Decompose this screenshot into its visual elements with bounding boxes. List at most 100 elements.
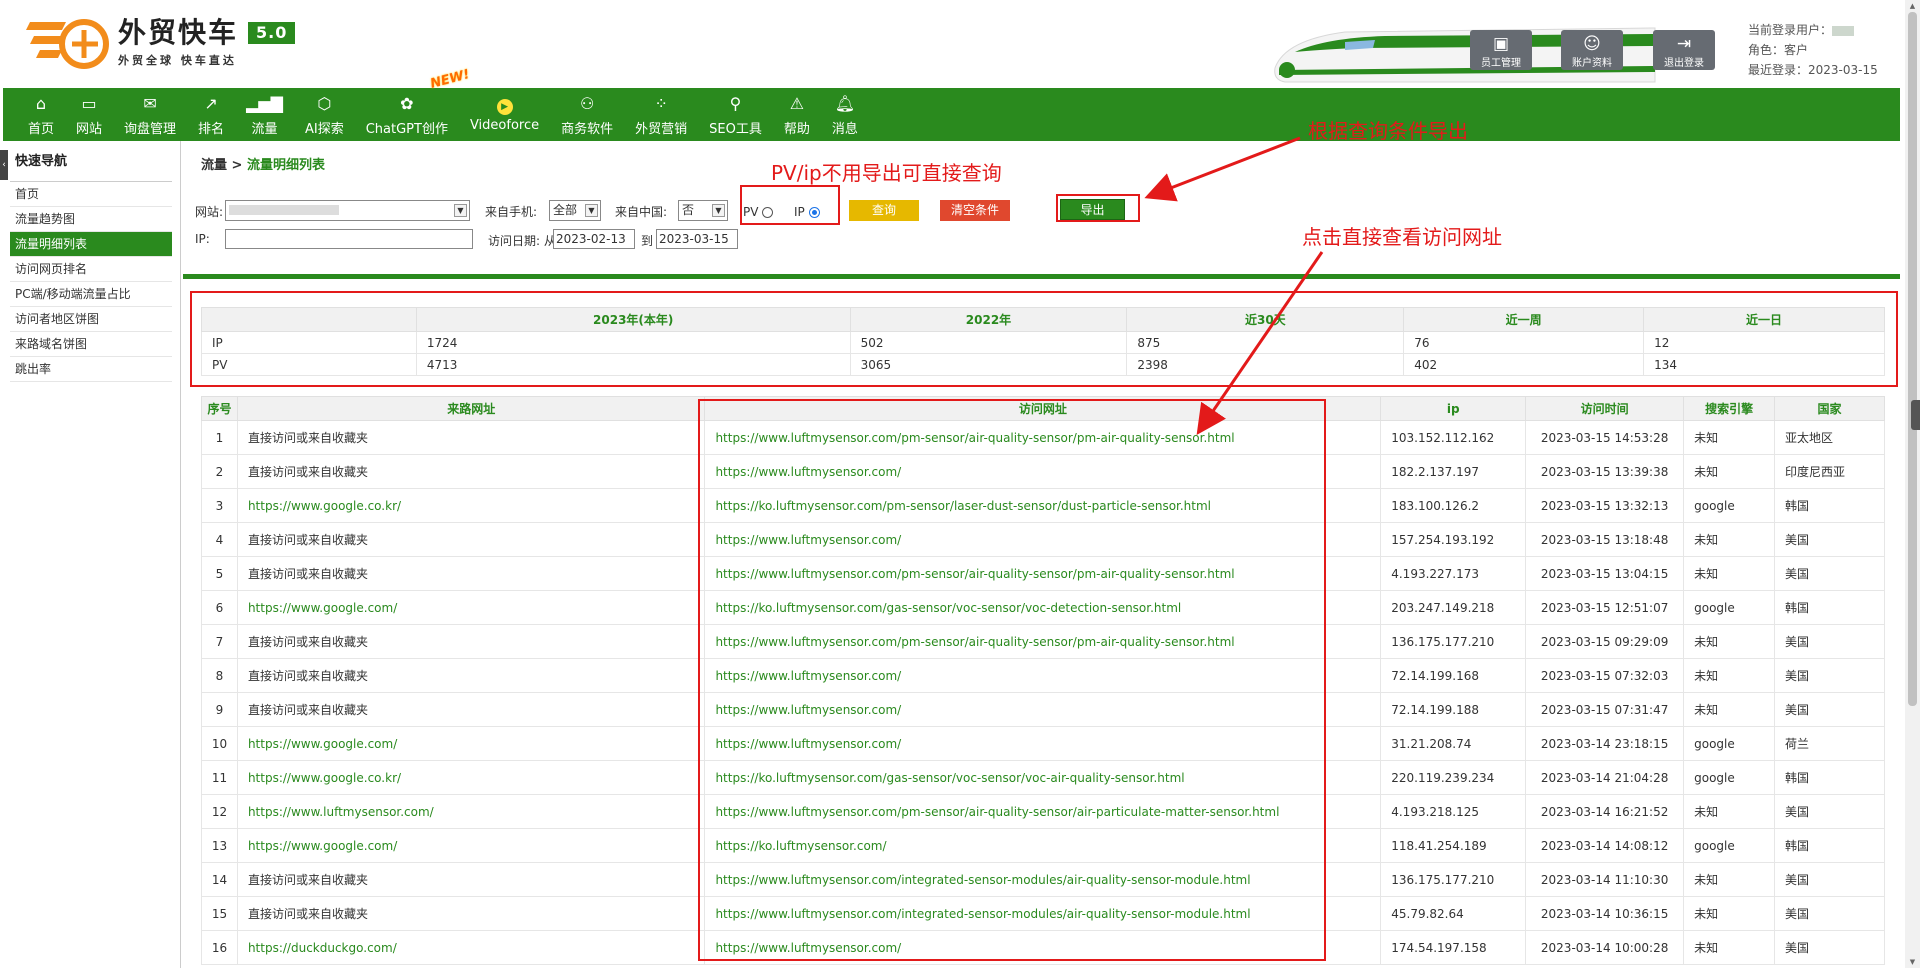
sidebar-item-bounce-rate[interactable]: 跳出率 [10, 357, 172, 382]
nav-help[interactable]: ⚠ 帮助 [773, 88, 821, 141]
date-to-input[interactable]: 2023-03-15 [656, 229, 738, 249]
pv-ip-highlight-box [740, 185, 840, 225]
logout-button[interactable]: ⇥ 退出登录 [1653, 30, 1715, 70]
nav-traffic[interactable]: ▂▅▇ 流量 [235, 88, 294, 141]
page-scrollbar[interactable]: ▲ ▼ [1905, 0, 1920, 968]
logout-icon: ⇥ [1676, 34, 1692, 54]
column-header: 搜索引擎 [1683, 396, 1776, 421]
date-label: 访问日期: 从 [488, 234, 556, 248]
ip-input[interactable] [225, 229, 473, 249]
sidebar-item-traffic-detail[interactable]: 流量明细列表 [10, 232, 172, 257]
referrer-url: 直接访问或来自收藏夹 [236, 624, 706, 659]
country: 美国 [1774, 896, 1885, 931]
row-index: 11 [201, 760, 238, 795]
nav-message[interactable]: 🔔︎ 消息 [821, 88, 869, 141]
row-index: 9 [201, 692, 238, 727]
visitor-ip: 182.2.137.197 [1380, 454, 1527, 489]
search-engine: google [1683, 828, 1776, 863]
logo-title: 外贸快车 [118, 16, 239, 49]
nav-software[interactable]: ⚇ 商务软件 [550, 88, 624, 141]
column-header: 访问时间 [1525, 396, 1685, 421]
sidebar-collapse-icon[interactable]: ‹ [0, 150, 8, 180]
visitor-ip: 4.193.218.125 [1380, 794, 1527, 829]
sidebar-item-home[interactable]: 首页 [10, 182, 172, 207]
nav-marketing[interactable]: ⁘ 外贸营销 [624, 88, 698, 141]
sidebar-item-referrer-pie[interactable]: 来路域名饼图 [10, 332, 172, 357]
referrer-url: https://www.google.com/ [236, 828, 706, 863]
scroll-up-icon[interactable]: ▲ [1905, 0, 1920, 12]
nav-chatgpt[interactable]: ✿ ChatGPT创作 [355, 88, 459, 141]
sidebar-item-page-ranking[interactable]: 访问网页排名 [10, 257, 172, 282]
summary-highlight-box [190, 291, 1898, 387]
nav-ai[interactable]: ⬡ AI探索 [294, 88, 355, 141]
nav-ranking[interactable]: ↗ 排名 [187, 88, 235, 141]
scrollbar-thumb[interactable] [1908, 12, 1917, 706]
date-to-label: 到 [641, 234, 654, 248]
row-index: 14 [201, 862, 238, 897]
scroll-down-icon[interactable]: ▼ [1905, 956, 1920, 968]
visit-time: 2023-03-15 13:32:13 [1525, 488, 1685, 523]
search-engine: google [1683, 590, 1776, 625]
referrer-url-link[interactable]: https://duckduckgo.com/ [248, 941, 397, 955]
side-panel-tab[interactable] [1911, 400, 1920, 430]
visit-time: 2023-03-15 07:31:47 [1525, 692, 1685, 727]
referrer-url: 直接访问或来自收藏夹 [236, 522, 706, 557]
date-from-input[interactable]: 2023-02-13 [553, 229, 635, 249]
export-highlight-box [1056, 194, 1140, 222]
url-highlight-box [698, 399, 1326, 961]
sidebar-item-device-share[interactable]: PC端/移动端流量占比 [10, 282, 172, 307]
account-icon: ☺ [1583, 34, 1601, 54]
referrer-url-link[interactable]: https://www.google.co.kr/ [248, 499, 401, 513]
nav-videoforce[interactable]: ▶ Videoforce [459, 88, 550, 141]
sidebar-item-traffic-trend[interactable]: 流量趋势图 [10, 207, 172, 232]
nav-seo[interactable]: ⚲ SEO工具 [698, 88, 773, 141]
logo[interactable]: 外贸快车 5.0 外贸全球 快车直达 [22, 16, 296, 72]
nav-website[interactable]: ▭ 网站 [65, 88, 113, 141]
staff-management-label: 员工管理 [1481, 58, 1521, 69]
mobile-label: 来自手机: [485, 205, 538, 219]
nav-label: 排名 [198, 122, 225, 137]
visit-time: 2023-03-14 16:21:52 [1525, 794, 1685, 829]
query-button[interactable]: 查询 [849, 200, 919, 221]
search-engine: 未知 [1683, 420, 1776, 455]
search-engine: google [1683, 488, 1776, 523]
chatgpt-icon: ✿ [400, 94, 414, 113]
visitor-ip: 72.14.199.168 [1380, 658, 1527, 693]
visitor-ip: 136.175.177.210 [1380, 624, 1527, 659]
sidebar-item-region-pie[interactable]: 访问者地区饼图 [10, 307, 172, 332]
clear-button[interactable]: 清空条件 [940, 200, 1010, 221]
country: 美国 [1774, 862, 1885, 897]
row-index: 7 [201, 624, 238, 659]
header: 外贸快车 5.0 外贸全球 快车直达 ▣ 员工管理 ☺ 账户资料 ⇥ 退出登录 [0, 0, 1900, 88]
filter-form: 网站: ▼ 来自手机: 全部 ▼ 来自中国: 否 ▼ PV IP 查询 清空条件 导… [195, 195, 1895, 255]
role-value: 客户 [1784, 43, 1809, 57]
referrer-url-link[interactable]: https://www.luftmysensor.com/ [248, 805, 434, 819]
search-engine: 未知 [1683, 692, 1776, 727]
staff-management-button[interactable]: ▣ 员工管理 [1470, 30, 1532, 70]
nav-inquiry[interactable]: ✉ 询盘管理 [113, 88, 187, 141]
row-index: 4 [201, 522, 238, 557]
nav-label: 首页 [28, 122, 55, 137]
country: 韩国 [1774, 760, 1885, 795]
row-index: 8 [201, 658, 238, 693]
china-select[interactable]: 否 ▼ [678, 200, 728, 221]
site-value-redacted [229, 205, 339, 215]
nav-label: ChatGPT创作 [365, 122, 448, 137]
country: 亚太地区 [1774, 420, 1885, 455]
referrer-url-link[interactable]: https://www.google.co.kr/ [248, 771, 401, 785]
visit-time: 2023-03-14 11:10:30 [1525, 862, 1685, 897]
row-index: 13 [201, 828, 238, 863]
section-divider [183, 274, 1900, 279]
account-info-button[interactable]: ☺ 账户资料 [1561, 30, 1623, 70]
site-label: 网站: [195, 205, 224, 219]
breadcrumb-parent[interactable]: 流量 [201, 158, 227, 173]
site-select[interactable]: ▼ [225, 200, 470, 221]
referrer-url-link[interactable]: https://www.google.com/ [248, 839, 397, 853]
referrer-url-link[interactable]: https://www.google.com/ [248, 737, 397, 751]
nav-home[interactable]: ⌂ 首页 [17, 88, 65, 141]
referrer-url-link[interactable]: https://www.google.com/ [248, 601, 397, 615]
arrow-to-export-icon [1144, 136, 1301, 202]
breadcrumb: 流量 > 流量明细列表 [201, 154, 325, 173]
mobile-select[interactable]: 全部 ▼ [549, 200, 601, 221]
visit-time: 2023-03-14 14:08:12 [1525, 828, 1685, 863]
